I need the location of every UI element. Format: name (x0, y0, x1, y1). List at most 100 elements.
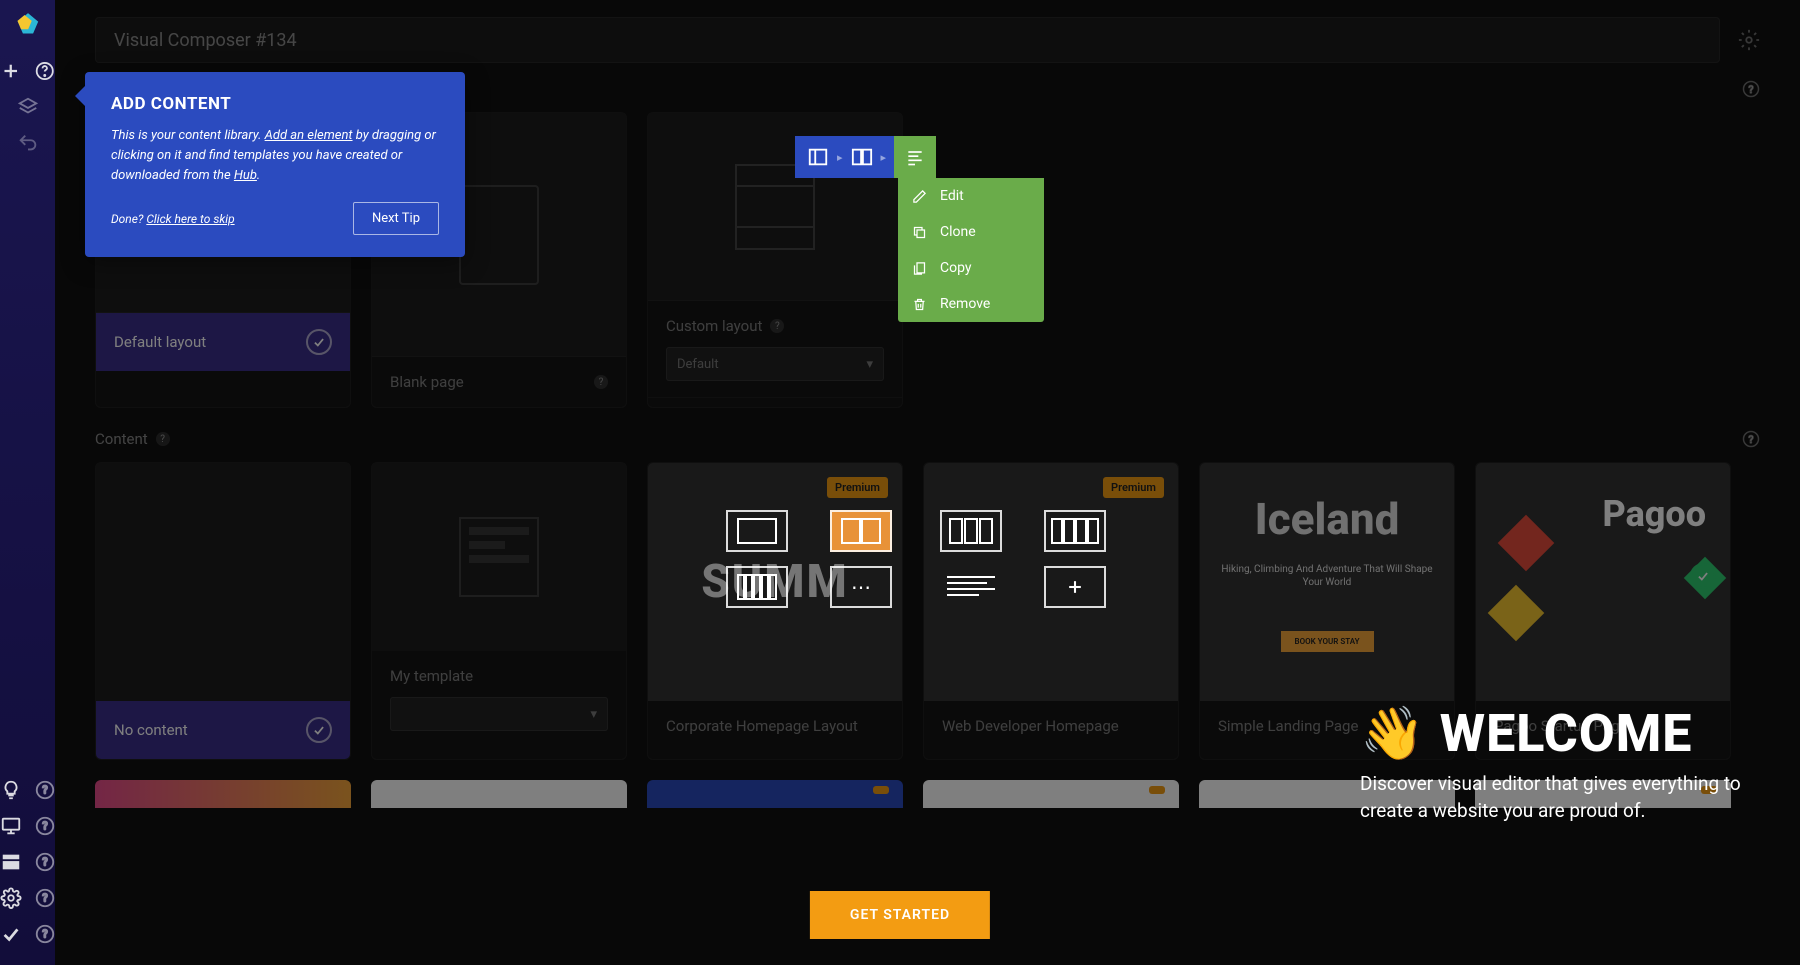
svg-text:?: ? (42, 892, 47, 905)
desktop-icon[interactable] (0, 815, 22, 837)
card-label: Default layout (114, 333, 206, 351)
thumb-subtitle: Hiking, Climbing And Adventure That Will… (1200, 563, 1454, 589)
template-card-peek[interactable] (95, 780, 351, 808)
two-col-icon[interactable] (830, 510, 892, 552)
my-template-select[interactable]: ▾ (390, 697, 608, 731)
help-icon[interactable] (34, 60, 56, 82)
thumb-title: Iceland (1255, 493, 1400, 545)
layers-icon[interactable] (17, 96, 39, 118)
text-element-icon[interactable] (894, 136, 936, 178)
svg-text:?: ? (1749, 83, 1754, 96)
three-col-icon[interactable] (940, 510, 1002, 552)
copy-icon (912, 261, 928, 276)
help-icon[interactable]: ? (34, 779, 56, 801)
premium-badge: Premium (827, 477, 888, 498)
help-icon[interactable]: ? (594, 375, 608, 389)
check-icon[interactable] (0, 923, 22, 945)
template-card-webdev[interactable]: Premium Web Developer Homepage (923, 462, 1179, 760)
gear-icon[interactable] (1738, 29, 1760, 51)
app-logo (11, 8, 45, 42)
help-icon[interactable]: ? (770, 319, 784, 333)
svg-text:?: ? (42, 784, 47, 797)
chevron-down-icon: ▾ (590, 707, 597, 722)
svg-text:?: ? (1749, 433, 1754, 446)
menu-item-clone[interactable]: Clone (898, 214, 1044, 250)
blank-page-icon (459, 185, 539, 285)
content-label: Content (95, 430, 148, 448)
help-icon[interactable]: ? (34, 851, 56, 873)
four-col-icon[interactable] (1044, 510, 1106, 552)
thumb-button: BOOK YOUR STAY (1281, 631, 1374, 652)
card-label: Custom layout (666, 317, 762, 335)
text-block-icon[interactable] (940, 566, 1002, 608)
card-label: No content (114, 721, 188, 739)
menu-item-edit[interactable]: Edit (898, 178, 1044, 214)
template-card-peek[interactable] (371, 780, 627, 808)
welcome-subtitle: Discover visual editor that gives everyt… (1360, 770, 1760, 825)
premium-badge (873, 786, 889, 794)
decoration (1498, 515, 1555, 572)
menu-item-remove[interactable]: Remove (898, 286, 1044, 322)
template-card-no-content[interactable]: No content (95, 462, 351, 760)
menu-label: Clone (940, 224, 976, 240)
wave-emoji: 👋 (1360, 703, 1426, 764)
template-card-peek[interactable] (923, 780, 1179, 808)
chevron-right-icon: ▸ (837, 151, 843, 164)
welcome-title: WELCOME (1440, 703, 1693, 764)
check-icon (1690, 563, 1716, 589)
svg-text:?: ? (42, 820, 47, 833)
decoration (1488, 585, 1545, 642)
template-card-my-template[interactable]: My template ▾ (371, 462, 627, 760)
onboarding-tip: ADD CONTENT This is your content library… (85, 72, 465, 257)
layout-two-col-icon[interactable] (847, 142, 877, 172)
help-icon[interactable]: ? (1742, 430, 1760, 448)
svg-text:?: ? (42, 928, 47, 941)
next-tip-button[interactable]: Next Tip (353, 202, 439, 235)
check-icon (306, 717, 332, 743)
svg-text:?: ? (42, 856, 47, 869)
chevron-right-icon: ▸ (881, 151, 887, 164)
get-started-button[interactable]: GET STARTED (810, 891, 990, 939)
welcome-banner: 👋 WELCOME Discover visual editor that gi… (1360, 703, 1760, 825)
add-element-icon[interactable] (1044, 566, 1106, 608)
menu-item-copy[interactable]: Copy (898, 250, 1044, 286)
bulb-icon[interactable] (0, 779, 22, 801)
hub-link[interactable]: Hub (234, 168, 257, 183)
card-label: My template (390, 667, 608, 685)
add-element-link[interactable]: Add an element (265, 128, 353, 143)
top-bar (55, 0, 1800, 80)
card-label: Web Developer Homepage (942, 717, 1119, 735)
check-icon (306, 329, 332, 355)
single-col-icon[interactable] (726, 510, 788, 552)
element-context-menu: Edit Clone Copy Remove (898, 178, 1044, 322)
add-icon[interactable] (0, 60, 22, 82)
clone-icon (912, 225, 928, 240)
content-section-header: Content ? ? (95, 430, 1760, 448)
help-icon[interactable]: ? (1742, 80, 1760, 98)
help-icon[interactable]: ? (34, 923, 56, 945)
more-icon[interactable]: ⋯ (830, 566, 892, 608)
edit-icon (912, 189, 928, 204)
custom-layout-select[interactable]: Default ▾ (666, 347, 884, 381)
help-icon[interactable]: ? (156, 432, 170, 446)
template-icon[interactable] (0, 851, 22, 873)
settings-icon[interactable] (0, 887, 22, 909)
element-toolbar: ▸ ▸ (795, 136, 936, 178)
five-col-icon[interactable] (726, 566, 788, 608)
template-card-corporate[interactable]: SUMM Premium Corporate Homepage Layout (647, 462, 903, 760)
skip-link[interactable]: Click here to skip (146, 212, 234, 226)
menu-label: Edit (940, 188, 964, 204)
card-label: Corporate Homepage Layout (666, 717, 858, 735)
thumb-title: Pagoo (1602, 493, 1706, 535)
layout-single-icon[interactable] (803, 142, 833, 172)
help-icon[interactable]: ? (34, 815, 56, 837)
undo-icon[interactable] (17, 132, 39, 154)
template-card-peek[interactable] (647, 780, 903, 808)
tip-done-label: Done? (111, 212, 143, 226)
template-icon (459, 517, 539, 597)
page-title-input[interactable] (95, 17, 1720, 63)
menu-label: Copy (940, 260, 972, 276)
help-icon[interactable]: ? (34, 887, 56, 909)
trash-icon (912, 297, 928, 312)
chevron-down-icon: ▾ (866, 357, 873, 372)
